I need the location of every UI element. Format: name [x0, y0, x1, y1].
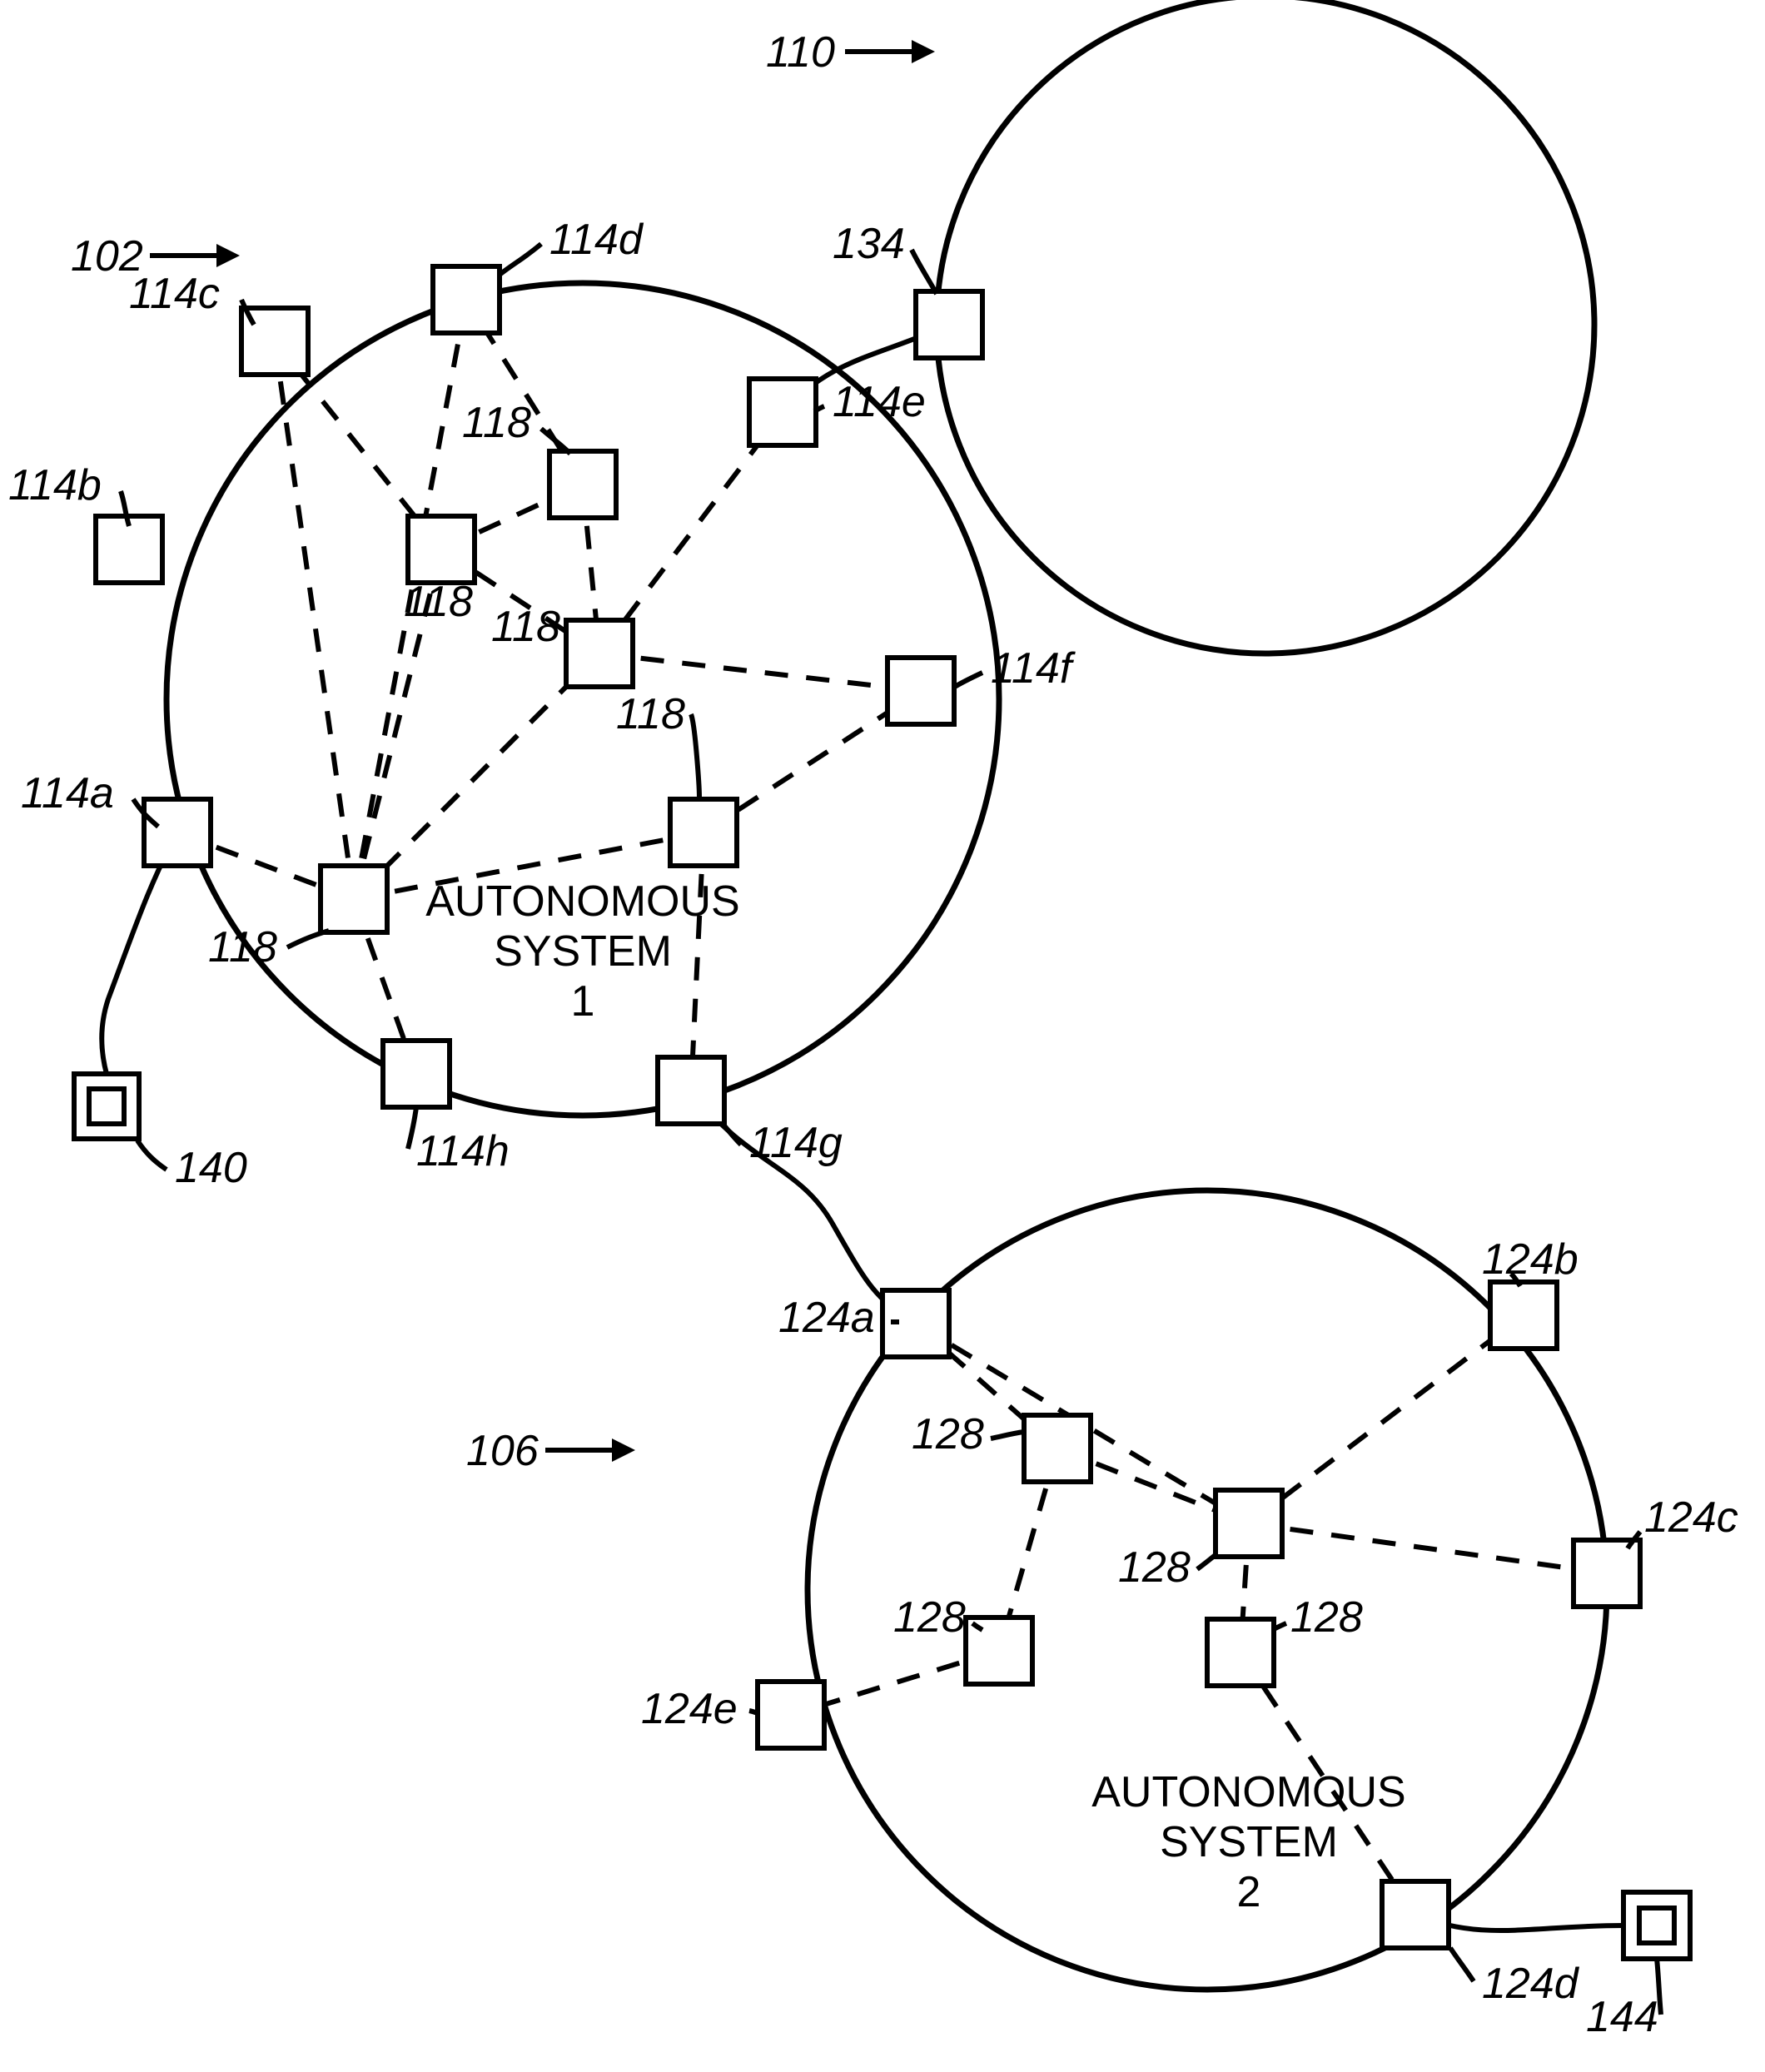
label-118-3: 118 — [491, 603, 560, 651]
node-114g — [658, 1057, 724, 1124]
svg-text:110: 110 — [766, 28, 835, 77]
label-114e: 114e — [833, 378, 926, 426]
node-124d — [1382, 1881, 1449, 1948]
figure-ref-110: 110 — [766, 28, 935, 77]
node-134 — [916, 291, 982, 358]
label-124c: 124c — [1644, 1493, 1738, 1542]
label-114a: 114a — [21, 769, 114, 817]
label-118-4: 118 — [616, 690, 685, 738]
node-114a — [144, 799, 211, 866]
node-124c — [1574, 1540, 1640, 1607]
svg-text:1: 1 — [571, 977, 595, 1026]
label-114b: 114b — [8, 461, 102, 509]
node-114e — [749, 379, 816, 445]
node-124e — [758, 1682, 824, 1748]
label-144: 144 — [1586, 1993, 1658, 2041]
label-124b: 124b — [1482, 1235, 1579, 1284]
svg-text:SYSTEM: SYSTEM — [1160, 1818, 1338, 1866]
network-diagram: 110 102 106 114a 114b 114c 114d 114e 114… — [0, 0, 1765, 2072]
label-118-1: 118 — [462, 399, 531, 447]
label-114g: 114g — [749, 1119, 843, 1167]
label-124a: 124a — [778, 1294, 875, 1342]
node-144 — [1623, 1892, 1690, 1959]
node-114f — [887, 658, 954, 724]
label-134: 134 — [833, 220, 905, 268]
link-114a-140 — [102, 832, 177, 1074]
label-128-1: 128 — [912, 1410, 984, 1458]
label-118-2: 118 — [404, 578, 473, 626]
label-128-4: 128 — [1290, 1593, 1363, 1642]
label-114c: 114c — [129, 270, 220, 318]
label-114f: 114f — [991, 644, 1076, 693]
svg-text:2: 2 — [1237, 1868, 1261, 1916]
node-114d — [433, 266, 500, 333]
node-124b — [1490, 1282, 1557, 1349]
label-114d: 114d — [549, 216, 644, 264]
system-110-circle — [937, 0, 1594, 653]
label-124e: 124e — [641, 1685, 738, 1733]
figure-ref-106: 106 — [466, 1427, 635, 1475]
svg-text:AUTONOMOUS: AUTONOMOUS — [425, 877, 740, 926]
svg-text:106: 106 — [466, 1427, 539, 1475]
label-128-2: 128 — [1118, 1543, 1191, 1592]
label-128-3: 128 — [893, 1593, 966, 1642]
label-118-5: 118 — [208, 923, 277, 971]
label-114h: 114h — [416, 1127, 510, 1175]
label-124d: 124d — [1482, 1960, 1580, 2008]
node-114h — [383, 1041, 450, 1107]
svg-text:SYSTEM: SYSTEM — [494, 927, 672, 976]
node-140 — [74, 1074, 139, 1139]
label-140: 140 — [175, 1144, 247, 1192]
svg-text:AUTONOMOUS: AUTONOMOUS — [1091, 1768, 1406, 1816]
